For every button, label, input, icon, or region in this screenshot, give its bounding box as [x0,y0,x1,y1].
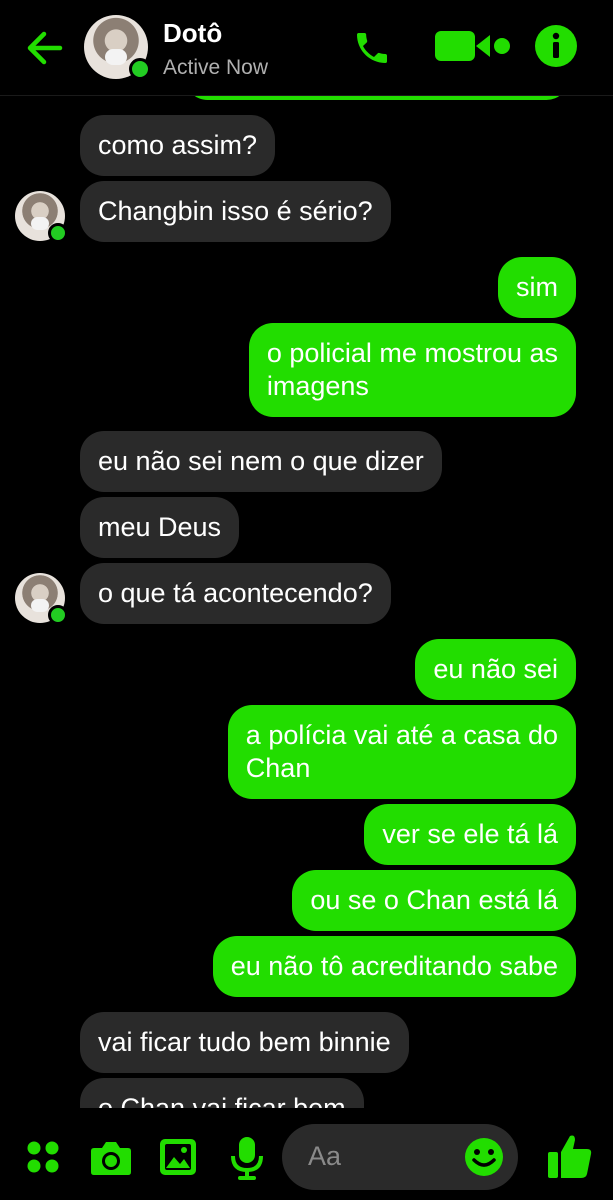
camera-icon[interactable] [90,1140,132,1176]
thumbs-up-icon[interactable] [546,1132,594,1180]
gallery-icon[interactable] [159,1138,197,1176]
message-bubble-in[interactable]: o que tá acontecendo? [80,563,391,624]
message-bubble-in[interactable]: vai ficar tudo bem binnie [80,1012,409,1073]
message-line: o policial me mostrou as [266,338,558,368]
message-bubble-out[interactable]: eu não sei [415,639,576,700]
contact-name[interactable]: Dotô [163,18,222,49]
message-bubble-out[interactable]: eu não tô acreditando sabe [212,936,576,997]
chat-header: Dotô Active Now [0,0,613,96]
message-bubble-in[interactable]: Changbin isso é sério? [80,181,391,242]
message-line: Chan [245,753,311,783]
message-bubble-in[interactable]: eu não sei nem o que dizer [80,431,442,492]
message-bubble-in[interactable]: meu Deus [80,497,240,558]
message-input-placeholder: Aa [308,1141,342,1171]
back-arrow-icon[interactable] [24,28,64,68]
message-bubble-in[interactable]: como assim? [80,115,276,176]
apps-icon[interactable] [26,1140,60,1174]
message-input[interactable]: Aa [282,1124,518,1190]
message-bubble-out[interactable]: sim [498,257,576,318]
message-bubble-out[interactable]: o policial me mostrou as imagens [248,323,576,417]
message-thread[interactable]: como assim? Changbin isso é sério? sim o… [0,95,613,1108]
contact-status: Active Now [163,56,269,79]
emoji-icon[interactable] [464,1137,504,1177]
active-status-dot [48,223,68,243]
message-bubble-out[interactable]: ver se ele tá lá [364,804,576,865]
message-line: a polícia vai até a casa do [245,720,558,750]
message-bubble-out[interactable]: ou se o Chan está lá [292,870,576,931]
message-bubble-in[interactable]: o Chan vai ficar bem [80,1078,364,1108]
active-status-dot [48,605,68,625]
phone-icon[interactable] [352,28,392,68]
active-status-dot [129,58,151,80]
video-camera-icon[interactable] [434,28,514,64]
info-icon[interactable] [534,24,578,68]
microphone-icon[interactable] [230,1136,264,1180]
message-line: imagens [266,371,369,401]
composer-bar: Aa [0,1108,613,1200]
message-bubble-out[interactable]: a polícia vai até a casa do Chan [227,705,576,799]
